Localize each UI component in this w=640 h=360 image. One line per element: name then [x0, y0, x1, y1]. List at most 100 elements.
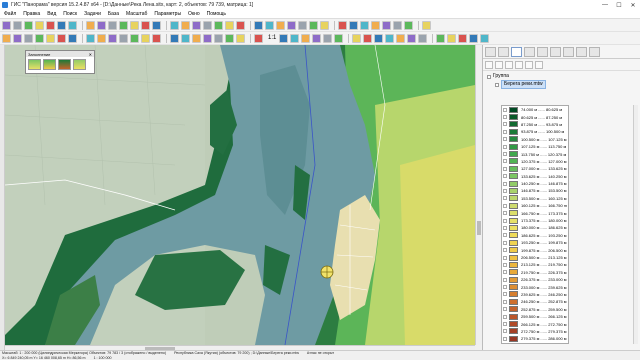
height-row-checkbox[interactable] [503, 277, 507, 282]
height-scale-row[interactable]: 87.250 м ...... 93.875 м [502, 121, 568, 128]
height-color-swatch[interactable] [509, 114, 518, 121]
menu-item-5[interactable]: База [108, 11, 119, 17]
secondary-tool-icon[interactable] [312, 33, 322, 43]
height-scale-row[interactable]: 93.875 м ...... 100.500 м [502, 128, 568, 135]
remove-layer-icon[interactable] [495, 61, 503, 69]
secondary-tool-icon[interactable] [35, 33, 44, 43]
height-scale-row[interactable]: 226.375 м ...... 233.000 м [502, 276, 568, 283]
secondary-tool-icon[interactable] [458, 33, 468, 43]
height-color-swatch[interactable] [509, 306, 518, 313]
height-row-checkbox[interactable] [503, 107, 507, 112]
height-row-checkbox[interactable] [503, 188, 507, 193]
main-tool-icon[interactable] [287, 20, 296, 30]
height-color-swatch[interactable] [509, 165, 518, 172]
secondary-tool-icon[interactable] [323, 33, 333, 43]
height-row-checkbox[interactable] [503, 166, 507, 171]
secondary-tool-icon[interactable] [418, 33, 428, 43]
height-row-checkbox[interactable] [503, 144, 507, 149]
secondary-tool-icon[interactable] [214, 33, 223, 43]
height-color-swatch[interactable] [509, 224, 518, 231]
fill-swatch-3[interactable] [58, 59, 71, 70]
height-color-swatch[interactable] [509, 158, 518, 165]
height-row-checkbox[interactable] [503, 329, 507, 334]
secondary-tool-icon[interactable] [130, 33, 139, 43]
secondary-tool-icon[interactable] [469, 33, 479, 43]
height-color-swatch[interactable] [509, 276, 518, 283]
main-tool-icon[interactable] [225, 20, 234, 30]
main-tool-icon[interactable] [338, 20, 347, 30]
height-scale-row[interactable]: 272.750 м ...... 279.375 м [502, 328, 568, 335]
secondary-tool-icon[interactable] [119, 33, 128, 43]
fill-swatch-2[interactable] [43, 59, 56, 70]
main-tool-icon[interactable] [141, 20, 150, 30]
main-tool-icon[interactable] [57, 20, 66, 30]
main-tool-icon[interactable] [2, 20, 11, 30]
main-tool-icon[interactable] [68, 20, 77, 30]
height-scale-row[interactable]: 186.625 м ...... 193.250 м [502, 232, 568, 239]
height-color-swatch[interactable] [509, 143, 518, 150]
height-row-checkbox[interactable] [503, 322, 507, 327]
height-row-checkbox[interactable] [503, 137, 507, 142]
secondary-tool-icon[interactable] [108, 33, 117, 43]
height-row-checkbox[interactable] [503, 115, 507, 120]
main-tool-icon[interactable] [254, 20, 263, 30]
height-row-checkbox[interactable] [503, 203, 507, 208]
menu-item-7[interactable]: Параметры [154, 11, 181, 17]
menu-item-3[interactable]: Поиск [63, 11, 77, 17]
secondary-tool-icon[interactable] [334, 33, 344, 43]
height-color-swatch[interactable] [509, 254, 518, 261]
menu-item-6[interactable]: Масштаб [126, 11, 147, 17]
height-color-swatch[interactable] [509, 284, 518, 291]
secondary-tool-icon[interactable] [225, 33, 234, 43]
secondary-tool-icon[interactable] [86, 33, 95, 43]
height-color-swatch[interactable] [509, 291, 518, 298]
tree-node-layer[interactable]: Берега реки.mtw [487, 80, 636, 89]
tab-layers-icon[interactable] [498, 47, 509, 57]
height-row-checkbox[interactable] [503, 196, 507, 201]
secondary-tool-icon[interactable] [436, 33, 446, 43]
main-tool-icon[interactable] [320, 20, 329, 30]
height-scale-row[interactable]: 219.750 м ...... 226.375 м [502, 269, 568, 276]
close-button[interactable]: ✕ [626, 0, 640, 10]
main-tool-icon[interactable] [360, 20, 369, 30]
menu-item-1[interactable]: Правка [23, 11, 40, 17]
secondary-tool-icon[interactable] [68, 33, 77, 43]
height-color-swatch[interactable] [509, 328, 518, 335]
height-scale-row[interactable]: 133.625 м ...... 140.250 м [502, 173, 568, 180]
height-color-swatch[interactable] [509, 232, 518, 239]
main-tool-icon[interactable] [170, 20, 179, 30]
main-tool-icon[interactable] [108, 20, 117, 30]
height-scale-row[interactable]: 140.250 м ...... 146.875 м [502, 180, 568, 187]
main-tool-icon[interactable] [382, 20, 391, 30]
height-color-swatch[interactable] [509, 239, 518, 246]
tab-legend-icon[interactable] [550, 47, 561, 57]
tab-filter-icon[interactable] [589, 47, 600, 57]
tab-matrix-icon[interactable] [511, 47, 522, 57]
height-row-checkbox[interactable] [503, 336, 507, 341]
zoom-1to1-button[interactable]: 1:1 [268, 35, 276, 41]
height-color-swatch[interactable] [509, 298, 518, 305]
height-scale-row[interactable]: 213.125 м ...... 219.750 м [502, 261, 568, 268]
tab-map-icon[interactable] [485, 47, 496, 57]
menu-item-9[interactable]: Помощь [207, 11, 226, 17]
fill-swatch-4[interactable] [73, 59, 86, 70]
height-row-checkbox[interactable] [503, 240, 507, 245]
main-tool-icon[interactable] [203, 20, 212, 30]
secondary-tool-icon[interactable] [447, 33, 457, 43]
secondary-tool-icon[interactable] [407, 33, 417, 43]
secondary-tool-icon[interactable] [352, 33, 362, 43]
main-tool-icon[interactable] [97, 20, 106, 30]
height-scale-row[interactable]: 246.250 м ...... 252.875 м [502, 298, 568, 305]
main-tool-icon[interactable] [192, 20, 201, 30]
main-tool-icon[interactable] [309, 20, 318, 30]
main-tool-icon[interactable] [46, 20, 55, 30]
secondary-tool-icon[interactable] [170, 33, 179, 43]
height-row-checkbox[interactable] [503, 152, 507, 157]
main-tool-icon[interactable] [152, 20, 161, 30]
tab-objects-icon[interactable] [524, 47, 535, 57]
secondary-tool-icon[interactable] [374, 33, 384, 43]
main-tool-icon[interactable] [35, 20, 44, 30]
height-color-swatch[interactable] [509, 151, 518, 158]
height-color-swatch[interactable] [509, 210, 518, 217]
tree-node-group[interactable]: Группа [487, 73, 636, 80]
